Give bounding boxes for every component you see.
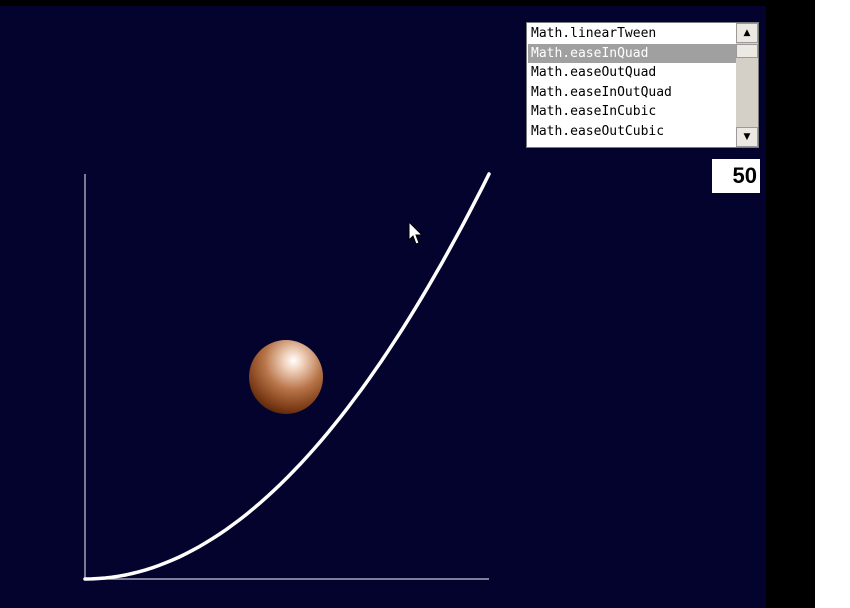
scroll-down-button[interactable]: ▼ (736, 127, 758, 147)
list-item[interactable]: Math.easeInQuad (528, 43, 736, 63)
frame-counter: 50 (712, 159, 760, 193)
triangle-up-icon: ▲ (743, 28, 751, 38)
list-item[interactable]: Math.linearTween (528, 24, 736, 44)
arrow-pointer-icon (408, 221, 424, 245)
list-item[interactable]: Math.easeOutCubic (528, 122, 736, 142)
triangle-down-icon: ▼ (743, 132, 751, 142)
list-item[interactable]: Math.easeOutQuad (528, 63, 736, 83)
list-scrollbar[interactable]: ▲ ▼ (736, 23, 758, 147)
list-item[interactable]: Math.easeInCubic (528, 102, 736, 122)
easing-list: Math.linearTween Math.easeInQuad Math.ea… (528, 24, 736, 146)
scroll-thumb[interactable] (736, 44, 758, 58)
animation-stage: Math.linearTween Math.easeInQuad Math.ea… (0, 6, 766, 608)
scroll-up-button[interactable]: ▲ (736, 23, 758, 43)
list-item[interactable]: Math.easeInOutQuad (528, 83, 736, 103)
easing-listbox[interactable]: Math.linearTween Math.easeInQuad Math.ea… (526, 22, 759, 148)
ball (249, 340, 323, 414)
window-frame: Math.linearTween Math.easeInQuad Math.ea… (0, 0, 815, 608)
